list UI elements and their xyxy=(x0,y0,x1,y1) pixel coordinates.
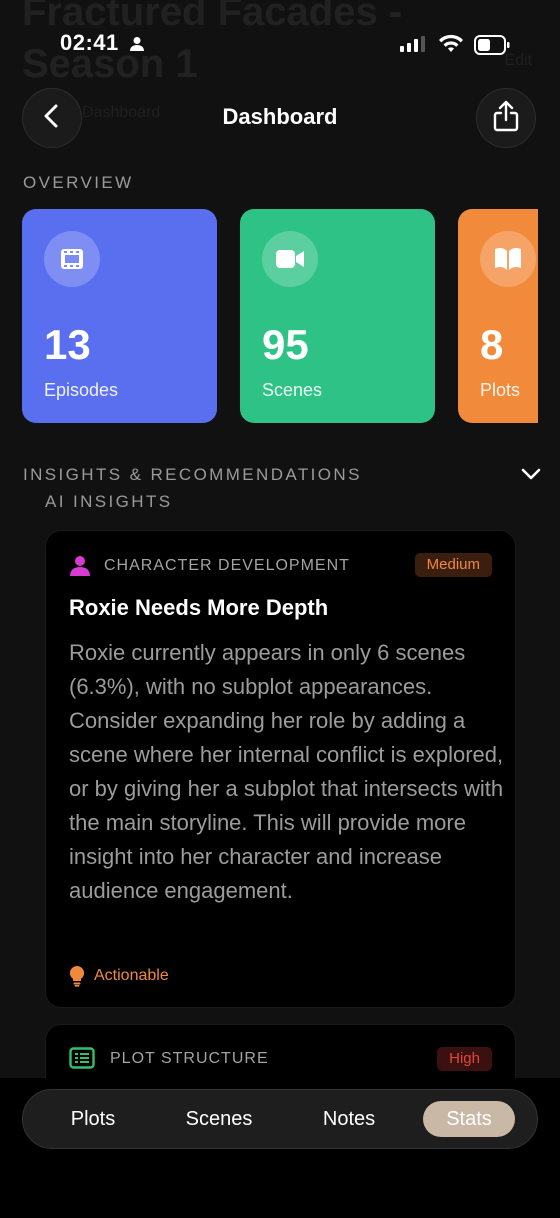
plots-label: Plots xyxy=(480,380,521,400)
tab-notes[interactable]: Notes xyxy=(307,1101,391,1137)
person-icon xyxy=(129,36,145,57)
plots-count: 8 xyxy=(480,321,504,368)
tab-scenes[interactable]: Scenes xyxy=(173,1101,265,1137)
person-icon xyxy=(69,555,91,582)
scenes-count: 95 xyxy=(262,321,309,368)
status-bar: 02:41 xyxy=(0,30,560,62)
insight-category: CHARACTER DEVELOPMENT xyxy=(104,557,350,574)
book-icon xyxy=(480,231,536,287)
ai-insights-label: AI INSIGHTS xyxy=(45,492,173,511)
share-icon xyxy=(492,100,520,137)
episodes-card[interactable]: 13 Episodes xyxy=(22,209,217,423)
insight-category: PLOT STRUCTURE xyxy=(110,1050,269,1067)
insights-section-label: INSIGHTS & RECOMMENDATIONS xyxy=(23,465,362,484)
actionable-tag: Actionable xyxy=(94,967,169,984)
tab-bar: Plots Scenes Notes Stats xyxy=(22,1089,538,1149)
episodes-count: 13 xyxy=(44,321,91,368)
video-camera-icon xyxy=(262,231,318,287)
lightbulb-icon xyxy=(69,965,85,992)
tab-plots[interactable]: Plots xyxy=(51,1101,135,1137)
chevron-down-icon[interactable] xyxy=(520,466,542,487)
scenes-label: Scenes xyxy=(262,380,323,400)
signal-icon xyxy=(400,36,428,57)
plots-card[interactable]: 8 Plots xyxy=(458,209,538,423)
priority-badge: Medium xyxy=(414,553,492,577)
overview-section-label: OVERVIEW xyxy=(23,173,134,192)
share-button[interactable] xyxy=(476,88,536,148)
priority-badge: High xyxy=(437,1047,492,1071)
insight-body: Roxie currently appears in only 6 scenes… xyxy=(69,640,504,903)
wifi-icon xyxy=(438,34,464,59)
insight-card[interactable]: CHARACTER DEVELOPMENT Medium Roxie Needs… xyxy=(45,530,516,1008)
list-icon xyxy=(69,1047,95,1074)
battery-icon xyxy=(474,35,510,60)
insight-card[interactable]: PLOT STRUCTURE High xyxy=(45,1024,516,1084)
tab-stats[interactable]: Stats xyxy=(423,1101,515,1137)
episodes-label: Episodes xyxy=(44,380,119,400)
insight-title: Roxie Needs More Depth xyxy=(69,595,329,620)
status-time: 02:41 xyxy=(60,30,119,55)
film-icon xyxy=(44,231,100,287)
overview-cards[interactable]: 13 Episodes 95 Scenes 8 Plots xyxy=(22,209,538,425)
scenes-card[interactable]: 95 Scenes xyxy=(240,209,435,423)
